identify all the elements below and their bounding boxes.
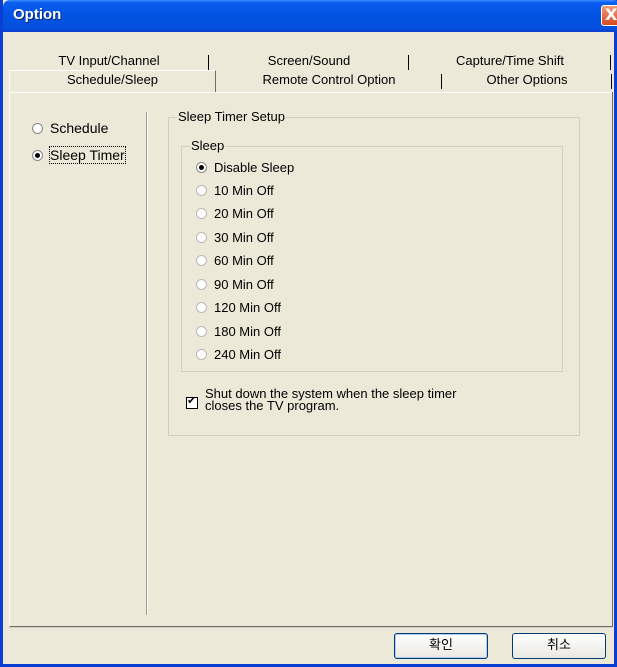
bottom-separator <box>9 627 613 628</box>
option-label: 30 Min Off <box>214 229 274 245</box>
close-icon: X <box>605 5 617 24</box>
shutdown-checkbox-label: Shut down the system when the sleep time… <box>205 387 456 413</box>
radio-button[interactable] <box>196 184 207 196</box>
tab-separator <box>610 55 611 70</box>
group-title: Sleep <box>190 138 226 153</box>
shutdown-checkbox[interactable] <box>186 394 198 409</box>
radio-button[interactable] <box>32 122 43 134</box>
radio-button[interactable] <box>196 301 207 313</box>
sleep-option-20[interactable]: 20 Min Off <box>196 204 274 222</box>
option-label: 20 Min Off <box>214 205 274 221</box>
sleep-option-120[interactable]: 120 Min Off <box>196 298 281 316</box>
nav-schedule-radio[interactable]: Schedule <box>32 119 108 137</box>
group-title: Sleep Timer Setup <box>177 109 286 124</box>
option-label: Disable Sleep <box>214 159 295 175</box>
sleep-option-90[interactable]: 90 Min Off <box>196 275 274 293</box>
tab-label: TV Input/Channel <box>58 53 160 68</box>
radio-button[interactable] <box>196 231 207 243</box>
tab-label: Screen/Sound <box>267 53 351 68</box>
tab-capture-time-shift[interactable]: Capture/Time Shift <box>409 52 611 72</box>
cancel-button[interactable]: 취소 <box>512 633 606 659</box>
window-title: Option <box>13 6 62 23</box>
tab-label: Remote Control Option <box>262 72 396 87</box>
tab-label: Schedule/Sleep <box>66 72 159 87</box>
option-label: 180 Min Off <box>214 323 281 339</box>
nav-label: Sleep Timer <box>49 146 126 164</box>
radio-button[interactable] <box>32 149 43 161</box>
tab-separator <box>611 74 612 89</box>
nav-label: Schedule <box>50 120 109 136</box>
option-label: 240 Min Off <box>214 346 281 362</box>
sleep-option-240[interactable]: 240 Min Off <box>196 345 281 363</box>
close-button[interactable]: X <box>601 5 617 26</box>
tab-screen-sound[interactable]: Screen/Sound <box>209 52 409 72</box>
radio-button[interactable] <box>196 254 207 266</box>
option-label: 120 Min Off <box>214 299 281 315</box>
sleep-option-60[interactable]: 60 Min Off <box>196 251 274 269</box>
radio-button[interactable] <box>196 325 207 337</box>
option-label: 10 Min Off <box>214 182 274 198</box>
sleep-option-disable[interactable]: Disable Sleep <box>196 158 294 176</box>
radio-button[interactable] <box>196 207 207 219</box>
tab-label: Other Options <box>486 72 568 87</box>
shutdown-checkbox-row[interactable]: Shut down the system when the sleep time… <box>186 387 456 413</box>
sleep-option-10[interactable]: 10 Min Off <box>196 181 274 199</box>
tab-other-options[interactable]: Other Options <box>442 71 612 91</box>
option-label: 60 Min Off <box>214 252 274 268</box>
nav-sleep-timer-radio[interactable]: Sleep Timer <box>32 146 126 164</box>
nav-divider <box>146 112 148 615</box>
tab-schedule-sleep[interactable]: Schedule/Sleep <box>9 70 216 92</box>
shutdown-label-line2: closes the TV program. <box>205 398 340 413</box>
radio-button[interactable] <box>196 348 207 360</box>
sleep-option-30[interactable]: 30 Min Off <box>196 228 274 246</box>
option-label: 90 Min Off <box>214 276 274 292</box>
radio-button[interactable] <box>196 161 207 173</box>
tab-label: Capture/Time Shift <box>456 53 564 68</box>
ok-button[interactable]: 확인 <box>394 633 488 659</box>
radio-button[interactable] <box>196 278 207 290</box>
sleep-option-180[interactable]: 180 Min Off <box>196 322 281 340</box>
title-bar[interactable]: Option X <box>3 0 617 32</box>
tab-tv-input-channel[interactable]: TV Input/Channel <box>9 52 209 72</box>
tab-remote-control-option[interactable]: Remote Control Option <box>216 71 442 91</box>
